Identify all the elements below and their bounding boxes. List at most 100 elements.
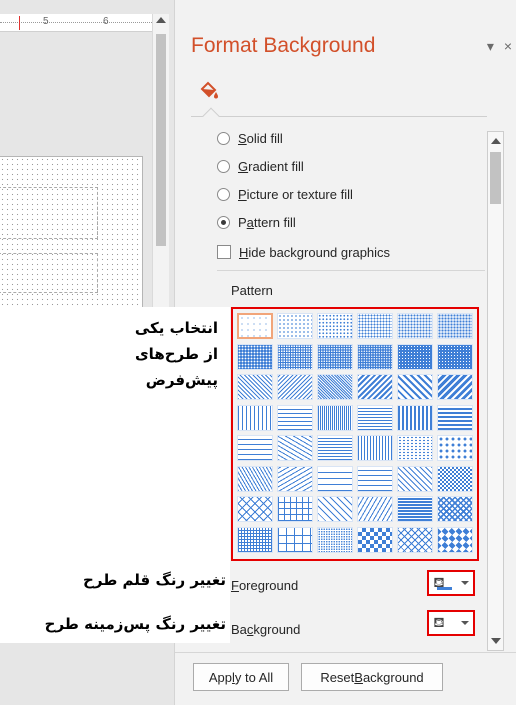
pattern-swatch[interactable] — [357, 526, 393, 553]
annotation-foreground: تغییر رنگ قلم طرح — [83, 571, 226, 589]
pattern-swatch[interactable] — [277, 374, 313, 400]
pattern-swatch[interactable] — [277, 465, 313, 492]
scroll-thumb[interactable] — [156, 34, 166, 246]
foreground-color-swatch — [437, 587, 452, 590]
section-divider — [217, 270, 485, 271]
pattern-swatch[interactable] — [397, 374, 433, 400]
scroll-up-arrow-icon[interactable] — [156, 17, 166, 23]
annotation-choose-line-1: انتخاب یکی — [134, 319, 218, 337]
gradient-fill-label: Gradient fill — [238, 158, 304, 174]
pattern-swatch[interactable] — [237, 343, 273, 370]
annotation-panel: انتخاب یکی از طرح‌های پیش‌فرض تغییر رنگ … — [0, 307, 230, 643]
apply-to-all-button[interactable]: App l y to All — [193, 663, 289, 691]
scroll-up-arrow-icon[interactable] — [491, 138, 501, 144]
hide-graphics-label: Hide background graphics — [239, 244, 391, 260]
pattern-swatch[interactable] — [397, 343, 433, 370]
pattern-swatch[interactable] — [277, 313, 313, 339]
pattern-swatch[interactable] — [397, 496, 433, 522]
pattern-swatch[interactable] — [437, 435, 473, 461]
pattern-gallery[interactable] — [231, 307, 479, 561]
chevron-down-icon — [460, 621, 469, 625]
pattern-swatch[interactable] — [277, 526, 313, 553]
pattern-swatch[interactable] — [397, 404, 433, 431]
annotation-choose-line-2: از طرح‌های — [134, 345, 218, 363]
pattern-swatch[interactable] — [357, 404, 393, 431]
pattern-swatch[interactable] — [397, 435, 433, 461]
pane-vertical-scrollbar[interactable] — [487, 131, 504, 651]
pattern-swatch[interactable] — [317, 465, 353, 492]
picture-fill-option[interactable]: Picture or texture fill — [217, 184, 353, 204]
ruler-mark-5: 5 — [43, 16, 49, 27]
foreground-color-button[interactable]: ⛾ — [427, 570, 475, 596]
pattern-swatch[interactable] — [437, 465, 473, 492]
pattern-swatch[interactable] — [397, 465, 433, 492]
pattern-swatch[interactable] — [277, 343, 313, 370]
radio-gradient-fill[interactable] — [217, 159, 230, 173]
pattern-swatch[interactable] — [357, 313, 393, 339]
foreground-row: Foreground — [231, 574, 298, 596]
pattern-fill-option[interactable]: Pattern fill — [217, 212, 296, 232]
pattern-swatch[interactable] — [437, 496, 473, 522]
pattern-swatch[interactable] — [237, 435, 273, 461]
pane-title: Format Background — [191, 34, 376, 57]
pane-options-dropdown-icon[interactable]: ▾ — [487, 38, 494, 54]
pattern-swatch[interactable] — [317, 343, 353, 370]
annotation-choose-line-3: پیش‌فرض — [145, 371, 218, 389]
pattern-swatch[interactable] — [437, 404, 473, 431]
background-color-swatch — [437, 627, 452, 630]
pattern-swatch[interactable] — [317, 526, 353, 553]
foreground-label: Foreground — [231, 577, 299, 593]
pattern-swatch[interactable] — [277, 404, 313, 431]
subtitle-placeholder[interactable] — [0, 253, 98, 293]
annotation-background: تغییر رنگ پس‌زمینه طرح — [44, 615, 226, 633]
pattern-swatch[interactable] — [437, 526, 473, 553]
pattern-swatch[interactable] — [317, 374, 353, 400]
pattern-swatch[interactable] — [237, 374, 273, 400]
background-label: Background — [231, 621, 301, 637]
scroll-down-arrow-icon[interactable] — [491, 638, 501, 644]
picture-fill-label: Picture or texture fill — [238, 186, 353, 202]
paint-bucket-icon[interactable] — [197, 78, 221, 102]
pattern-swatch[interactable] — [357, 465, 393, 492]
pattern-swatch[interactable] — [317, 435, 353, 461]
ruler-cursor-marker — [19, 16, 20, 30]
radio-pattern-fill[interactable] — [217, 215, 230, 229]
solid-fill-option[interactable]: Solid fill — [217, 128, 283, 148]
pattern-swatch[interactable] — [357, 435, 393, 461]
pattern-swatch[interactable] — [397, 313, 433, 339]
pattern-swatch[interactable] — [357, 496, 393, 522]
scroll-thumb[interactable] — [490, 152, 501, 204]
pattern-swatch[interactable] — [357, 374, 393, 400]
pattern-swatch[interactable] — [237, 313, 273, 339]
pattern-swatch[interactable] — [317, 496, 353, 522]
hide-graphics-checkbox[interactable] — [217, 245, 231, 259]
pattern-swatch[interactable] — [437, 374, 473, 400]
radio-solid-fill[interactable] — [217, 131, 230, 145]
title-placeholder[interactable] — [0, 187, 98, 239]
reset-background-button[interactable]: Reset Background — [301, 663, 443, 691]
tab-divider — [191, 107, 487, 125]
gradient-fill-option[interactable]: Gradient fill — [217, 156, 304, 176]
pattern-swatch[interactable] — [437, 343, 473, 370]
pattern-swatch[interactable] — [237, 404, 273, 431]
pattern-swatch[interactable] — [437, 313, 473, 339]
pattern-swatch[interactable] — [237, 496, 273, 522]
background-color-button[interactable]: ⛾ — [427, 610, 475, 636]
solid-fill-label: Solid fill — [238, 130, 283, 146]
pattern-label: Pattern — [231, 283, 273, 298]
radio-picture-fill[interactable] — [217, 187, 230, 201]
pattern-swatch[interactable] — [237, 465, 273, 492]
pattern-swatch[interactable] — [277, 496, 313, 522]
pattern-fill-label: Pattern fill — [238, 214, 296, 230]
pattern-swatch[interactable] — [277, 435, 313, 461]
ruler-mark-6: 6 — [103, 16, 109, 27]
pattern-swatch[interactable] — [237, 526, 273, 553]
background-row: Background — [231, 618, 300, 640]
close-icon[interactable]: × — [504, 38, 512, 54]
hide-background-graphics-option[interactable]: Hide background graphics — [217, 242, 390, 262]
pattern-swatch[interactable] — [317, 313, 353, 339]
ruler-ticks — [0, 22, 152, 24]
pattern-swatch[interactable] — [357, 343, 393, 370]
pattern-swatch[interactable] — [397, 526, 433, 553]
pattern-swatch[interactable] — [317, 404, 353, 431]
